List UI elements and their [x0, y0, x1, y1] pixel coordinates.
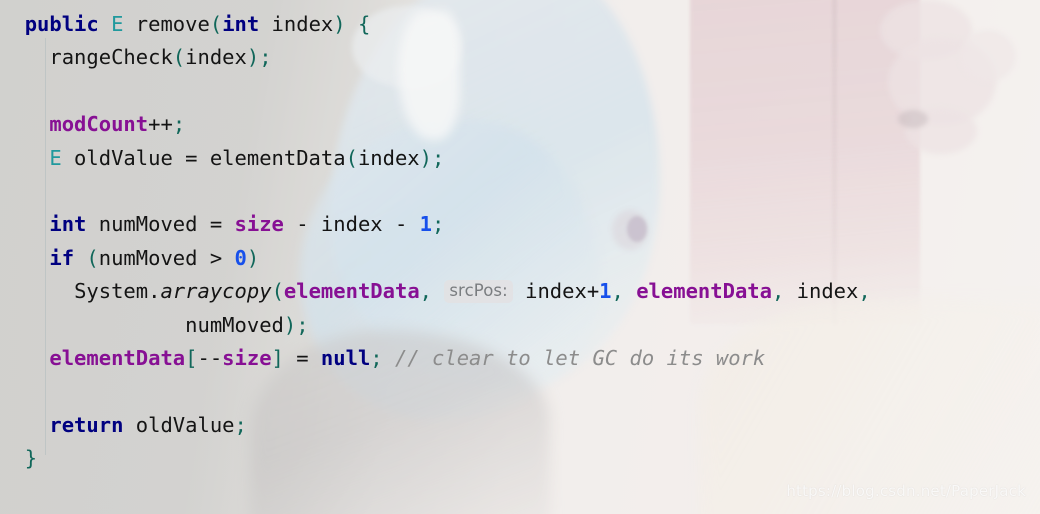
code-token-ident [383, 346, 395, 370]
code-token-static: arraycopy [160, 279, 272, 304]
code-token-punct: ); [283, 312, 309, 337]
code-token-num: 1 [599, 279, 612, 304]
code-line[interactable]: int numMoved = size - index - 1; [0, 208, 1040, 241]
code-token-field: elementData [636, 279, 772, 304]
code-token-type: E [49, 145, 62, 170]
code-token-ident [624, 279, 636, 303]
code-token-num: 1 [419, 212, 432, 237]
code-token-ident: oldValue = elementData [61, 145, 346, 170]
code-token-kw: int [222, 12, 260, 36]
code-token-punct: ; [432, 212, 445, 237]
code-token-kw: if [49, 245, 75, 270]
code-token-kw: int [49, 212, 87, 237]
code-token-field: elementData [49, 345, 186, 370]
partial-glyph: ' [57, 0, 69, 8]
code-token-kw: null [320, 345, 371, 370]
code-token-punct: [ [185, 345, 198, 370]
code-token-punct: { [357, 12, 371, 36]
code-token-punct: ( [86, 245, 99, 270]
code-line[interactable]: return oldValue; [0, 409, 1040, 442]
code-token-num: 0 [234, 245, 247, 270]
code-line[interactable]: E oldValue = elementData(index); [0, 142, 1040, 175]
code-token-kw: return [49, 412, 124, 437]
code-token-ident [74, 246, 86, 270]
code-token-ident: System. [74, 279, 161, 304]
code-token-ident [432, 279, 444, 303]
code-token-ident: = [283, 345, 321, 370]
code-token-ident: numMoved > [98, 245, 235, 270]
code-token-ident: remove [135, 12, 210, 36]
code-line[interactable]: rangeCheck(index); [0, 41, 1040, 74]
code-token-punct: ; [172, 112, 186, 137]
code-token-punct: ] [271, 345, 284, 370]
code-line[interactable]: System.arraycopy(elementData, srcPos: in… [0, 275, 1040, 308]
code-token-punct: , [858, 279, 871, 304]
code-token-ident: index+ [512, 279, 600, 304]
code-token-ident: index [784, 279, 859, 304]
code-token-punct: ); [246, 45, 272, 70]
code-line[interactable] [0, 375, 1040, 408]
code-token-ident: oldValue [123, 412, 235, 437]
code-token-punct: , [611, 279, 624, 304]
code-token-ident: ++ [148, 112, 173, 137]
code-token-punct: , [771, 279, 785, 304]
code-token-type: E [111, 12, 124, 36]
code-line[interactable]: modCount++; [0, 108, 1040, 141]
code-token-punct: ; [234, 412, 247, 437]
watermark: https://blog.csdn.net/PaperJack [786, 482, 1026, 500]
code-token-field: elementData [283, 279, 420, 304]
code-token-punct: ( [345, 145, 358, 170]
code-token-punct: ) [333, 12, 346, 36]
code-token-kw: public [24, 12, 99, 36]
code-token-punct: ) [246, 245, 260, 270]
code-token-field: size [222, 345, 272, 370]
code-token-ident: rangeCheck [49, 45, 173, 70]
code-token-punct: ( [271, 279, 284, 304]
code-token-punct: ); [419, 145, 445, 170]
code-screenshot: ' public E remove(int index) { rangeChec… [0, 0, 1040, 514]
code-token-field: modCount [49, 112, 149, 137]
code-token-ident: index [185, 45, 247, 70]
code-token-ident: index [357, 145, 420, 170]
code-token-ident: index [259, 12, 334, 36]
code-token-ident: -- [197, 345, 223, 370]
code-editor-text[interactable]: ' public E remove(int index) { rangeChec… [0, 0, 1040, 475]
code-line-partial: ' [0, 0, 1040, 8]
code-token-punct: ( [209, 12, 223, 36]
code-line[interactable]: numMoved); [0, 309, 1040, 342]
code-line[interactable]: } [0, 442, 1040, 475]
code-token-comment: // clear to let GC do its work [394, 345, 766, 370]
code-token-ident [346, 12, 358, 36]
code-token-punct: ( [172, 45, 186, 70]
code-token-ident [123, 12, 135, 36]
code-token-ident: - index - [283, 212, 420, 237]
code-token-field: size [234, 212, 284, 237]
code-token-punct: ; [370, 345, 383, 370]
inlay-hint[interactable]: srcPos: [444, 280, 513, 304]
code-token-ident [99, 12, 111, 36]
code-line[interactable]: elementData[--size] = null; // clear to … [0, 342, 1040, 375]
code-line[interactable] [0, 175, 1040, 208]
code-line[interactable]: if (numMoved > 0) [0, 242, 1040, 275]
code-token-ident: numMoved [185, 312, 284, 337]
code-token-punct: , [419, 279, 433, 304]
code-line[interactable] [0, 75, 1040, 108]
code-token-punct: } [24, 446, 38, 471]
code-token-ident: numMoved = [86, 212, 235, 237]
code-line[interactable]: public E remove(int index) { [0, 8, 1040, 41]
